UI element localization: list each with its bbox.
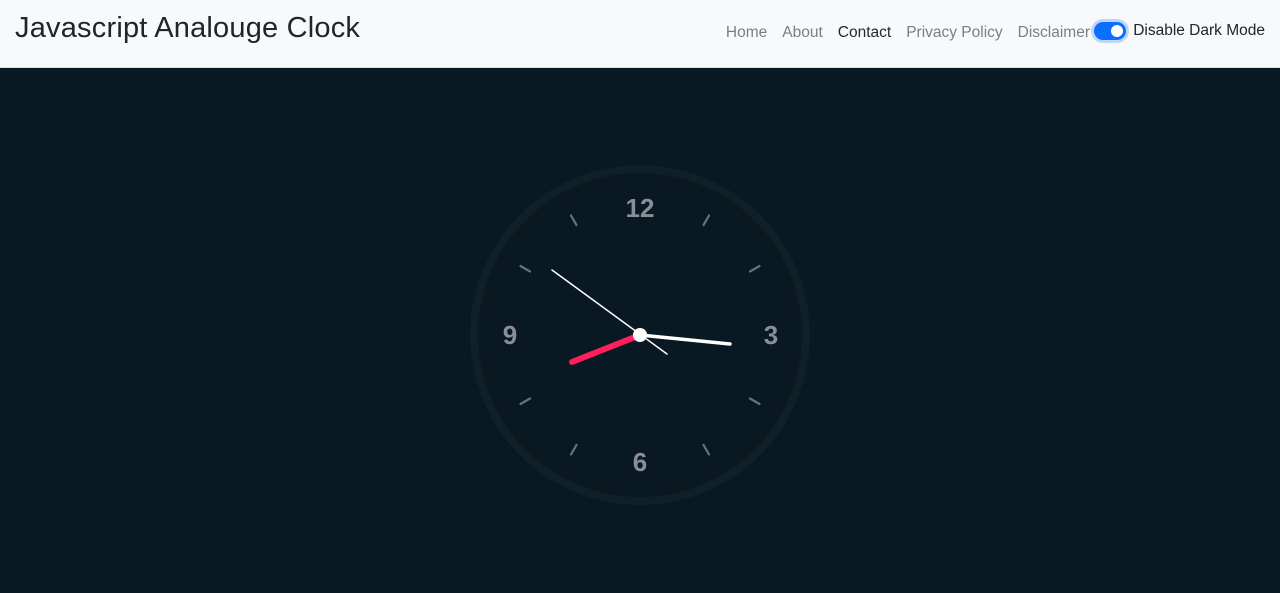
clock-stage: 12 3 6 9 — [0, 68, 1280, 593]
nav-link-contact[interactable]: Contact — [838, 24, 891, 42]
numeral-9: 9 — [503, 320, 517, 350]
analog-clock: 12 3 6 9 — [462, 157, 818, 513]
numeral-12: 12 — [626, 193, 655, 223]
page-title[interactable]: Javascript Analouge Clock — [15, 12, 360, 45]
navbar: Javascript Analouge Clock Home About Con… — [0, 0, 1280, 68]
nav-link-home[interactable]: Home — [726, 24, 767, 42]
center-pin — [633, 328, 647, 342]
switch-knob — [1111, 25, 1124, 37]
dark-mode-toggle: Disable Dark Mode — [1094, 22, 1265, 40]
numeral-3: 3 — [764, 320, 778, 350]
nav-link-disclaimer[interactable]: Disclaimer — [1018, 24, 1090, 42]
nav-link-privacy-policy[interactable]: Privacy Policy — [906, 24, 1002, 42]
dark-mode-switch[interactable] — [1094, 22, 1127, 40]
dark-mode-label[interactable]: Disable Dark Mode — [1133, 22, 1265, 40]
nav-links: Home About Contact Privacy Policy Discla… — [726, 24, 1090, 42]
nav-link-about[interactable]: About — [782, 24, 823, 42]
numeral-6: 6 — [633, 447, 647, 477]
